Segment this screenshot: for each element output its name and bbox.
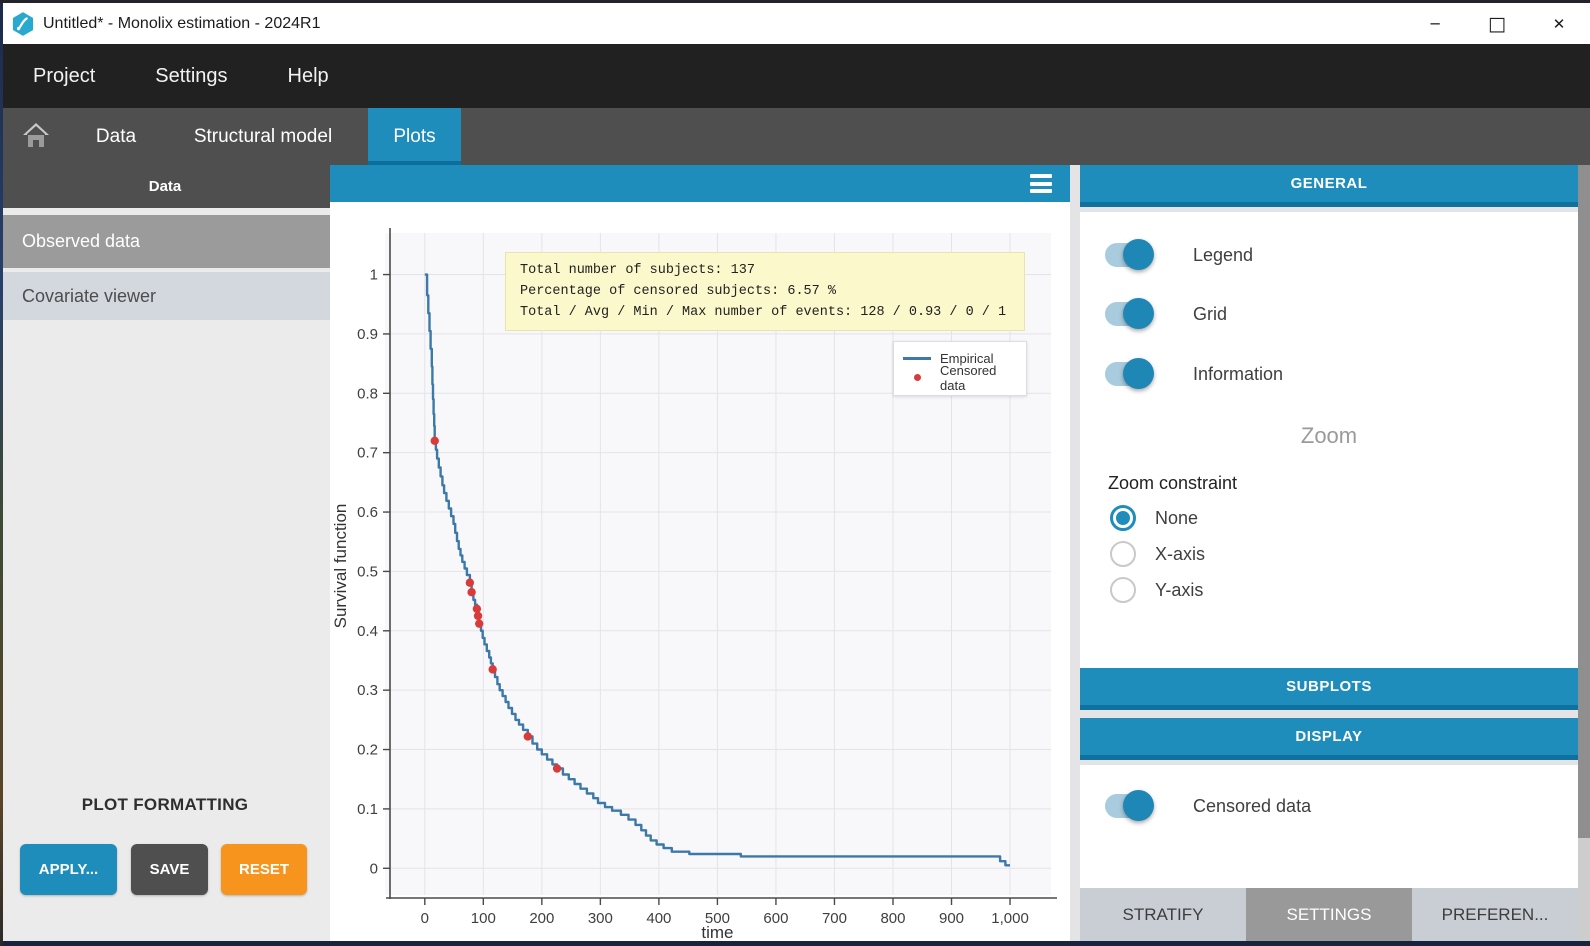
reset-button[interactable]: RESET [221, 844, 307, 895]
chart-region: 0 0.1 0.2 0.3 0.4 0.5 0.6 0.7 0.8 0.9 1 0 100 200 300 4… [330, 165, 1070, 946]
panel-scrollbar-thumb[interactable] [1578, 165, 1590, 838]
grid-toggle[interactable] [1105, 302, 1151, 326]
info-line-3: Total / Avg / Min / Max number of events… [520, 305, 1006, 320]
legend-item-censored: Censored data [903, 368, 1017, 387]
svg-text:0.8: 0.8 [357, 385, 378, 402]
minimize-button[interactable]: ─ [1404, 3, 1466, 44]
desktop-top-edge [0, 0, 1590, 3]
tab-preferences[interactable]: PREFEREN... [1412, 888, 1578, 941]
censored-dot-swatch [903, 374, 931, 381]
radio-x-axis[interactable] [1110, 541, 1136, 567]
svg-text:800: 800 [880, 910, 905, 927]
svg-text:400: 400 [646, 910, 671, 927]
radio-y-axis[interactable] [1110, 577, 1136, 603]
save-button[interactable]: SAVE [131, 844, 208, 895]
home-icon[interactable] [22, 122, 50, 149]
zoom-constraint-yaxis-row: Y-axis [1110, 577, 1203, 603]
display-section-body [1080, 765, 1578, 888]
svg-text:600: 600 [763, 910, 788, 927]
plot-info-box: Total number of subjects: 137 Percentage… [505, 252, 1025, 331]
svg-text:0: 0 [370, 860, 378, 877]
svg-text:1,000: 1,000 [991, 910, 1029, 927]
svg-text:Survival function: Survival function [331, 504, 350, 629]
display-section-header[interactable]: DISPLAY [1080, 718, 1578, 760]
info-line-2: Percentage of censored subjects: 6.57 % [520, 284, 836, 299]
svg-text:0.9: 0.9 [357, 326, 378, 343]
svg-text:time: time [701, 923, 733, 942]
settings-panel: GENERAL Legend Grid Information Zoom Zoo… [1080, 165, 1578, 946]
window-title: Untitled* - Monolix estimation - 2024R1 [43, 15, 320, 33]
tab-settings[interactable]: SETTINGS [1246, 888, 1412, 941]
tab-structural-model[interactable]: Structural model [178, 108, 348, 165]
svg-text:300: 300 [588, 910, 613, 927]
grid-toggle-row: Grid [1105, 302, 1227, 326]
zoom-constraint-xaxis-row: X-axis [1110, 541, 1205, 567]
info-line-1: Total number of subjects: 137 [520, 263, 755, 278]
sidebar-section-header: Data [0, 165, 330, 208]
main-tabstrip: Data Structural model Plots [0, 108, 1590, 165]
radio-none[interactable] [1110, 505, 1136, 531]
svg-text:0.3: 0.3 [357, 682, 378, 699]
information-toggle[interactable] [1105, 362, 1151, 386]
tab-stratify[interactable]: STRATIFY [1080, 888, 1246, 941]
empirical-line-swatch [903, 357, 931, 360]
zoom-section-title: Zoom [1080, 423, 1578, 449]
window-bottom-border [0, 941, 1590, 946]
tab-data[interactable]: Data [80, 108, 152, 165]
desktop-edge [0, 0, 3, 946]
hamburger-menu-icon[interactable] [1030, 174, 1052, 193]
sidebar-item-covariate-viewer[interactable]: Covariate viewer [0, 272, 330, 320]
menu-project[interactable]: Project [33, 65, 95, 88]
tab-plots[interactable]: Plots [368, 108, 461, 165]
maximize-button[interactable]: □ [1466, 3, 1528, 44]
plot-formatting-title: PLOT FORMATTING [0, 795, 330, 815]
legend-toggle[interactable] [1105, 243, 1151, 267]
panel-scrollbar[interactable] [1578, 165, 1590, 946]
general-section-header[interactable]: GENERAL [1080, 165, 1578, 207]
censored-data-toggle-row: Censored data [1105, 794, 1311, 818]
svg-text:0: 0 [421, 910, 429, 927]
information-toggle-row: Information [1105, 362, 1283, 386]
svg-text:1: 1 [370, 267, 378, 284]
monolix-app-icon [12, 12, 34, 36]
svg-text:0.2: 0.2 [357, 742, 378, 759]
svg-text:0.7: 0.7 [357, 445, 378, 462]
panel-divider [1070, 165, 1080, 946]
zoom-constraint-none-row: None [1110, 505, 1198, 531]
close-button[interactable]: ✕ [1528, 3, 1590, 44]
zoom-constraint-label: Zoom constraint [1108, 473, 1237, 494]
plots-sidebar: Data Observed data Covariate viewer PLOT… [0, 165, 330, 946]
chart-header-bar [330, 165, 1070, 202]
titlebar: Untitled* - Monolix estimation - 2024R1 … [0, 3, 1590, 44]
svg-text:200: 200 [529, 910, 554, 927]
svg-text:0.6: 0.6 [357, 504, 378, 521]
censored-data-toggle[interactable] [1105, 794, 1151, 818]
legend-toggle-row: Legend [1105, 243, 1253, 267]
panel-footer-tabs: STRATIFY SETTINGS PREFEREN... [1080, 888, 1578, 941]
sidebar-item-observed-data[interactable]: Observed data [0, 215, 330, 268]
svg-text:700: 700 [822, 910, 847, 927]
menubar: Project Settings Help [0, 44, 1590, 108]
menu-help[interactable]: Help [288, 65, 329, 88]
plot-legend: Empirical Censored data [893, 341, 1027, 396]
svg-text:900: 900 [939, 910, 964, 927]
menu-settings[interactable]: Settings [155, 65, 227, 88]
svg-text:0.5: 0.5 [357, 563, 378, 580]
subplots-section-header[interactable]: SUBPLOTS [1080, 668, 1578, 710]
svg-text:100: 100 [471, 910, 496, 927]
apply-button[interactable]: APPLY... [20, 844, 117, 895]
svg-text:0.4: 0.4 [357, 623, 378, 640]
svg-text:0.1: 0.1 [357, 801, 378, 818]
